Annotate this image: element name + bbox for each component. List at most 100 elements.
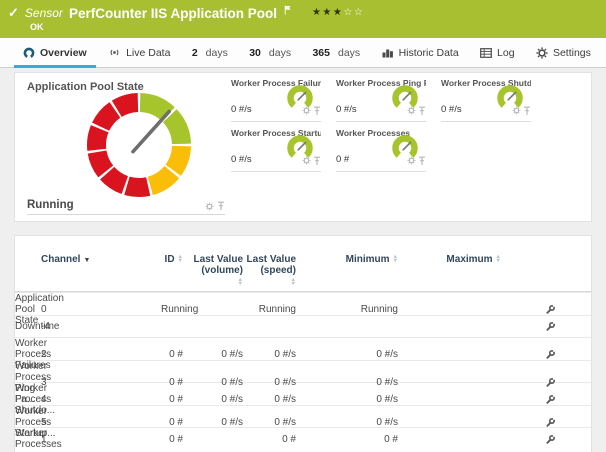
gauge-tile-worker-process-ping-failures: Worker Process Ping Failures 0 #/s: [336, 75, 426, 122]
channel-name: -4: [41, 321, 161, 332]
tab-number: 2: [192, 47, 198, 59]
minimum-value: Running: [296, 304, 398, 315]
sort-icon: ▲▼: [393, 255, 398, 263]
channel-name: 4: [41, 394, 161, 405]
gear-icon: [536, 47, 548, 59]
last-value-volume: 0 #/s: [183, 377, 243, 388]
tab-number: 365: [312, 47, 330, 59]
minimum-value: 0 #/s: [296, 349, 398, 360]
sensor-header: ✓ Sensor PerfCounter IIS Application Poo…: [0, 0, 606, 38]
tab-historic-data[interactable]: Historic Data: [373, 38, 468, 67]
channel-name: 3: [41, 377, 161, 388]
channel-name: 2: [41, 349, 161, 360]
live-data-icon: [108, 47, 121, 58]
channel-table-header: Channel▼ ID▲▼ Last Value (volume)▲▼ Last…: [15, 236, 591, 292]
main-gauge-value: Running: [27, 199, 74, 211]
tab-label: Log: [497, 47, 515, 59]
column-header-maximum[interactable]: Maximum▲▼: [398, 254, 501, 265]
gauge-tile-worker-processes: Worker Processes 0 #: [336, 125, 426, 172]
column-header-id[interactable]: ID▲▼: [161, 254, 183, 265]
tab-log[interactable]: Log: [471, 38, 524, 67]
edit-channel-wrench-icon[interactable]: [545, 321, 556, 332]
tab-overview[interactable]: Overview: [14, 38, 96, 67]
tab-label: Settings: [553, 47, 591, 59]
pin-gauge-icon[interactable]: [217, 201, 225, 211]
sort-icon: ▲▼: [291, 278, 296, 286]
tab-label: Live Data: [126, 47, 170, 59]
table-row: Worker Process Failures 2 0 # 0 #/s 0 #/…: [15, 337, 591, 360]
channel-settings-gear-icon[interactable]: [302, 106, 311, 116]
channel-table-body: Application Pool State 0 Running Running…: [15, 292, 591, 450]
channel-id: 0 #: [161, 417, 183, 428]
channel-table-panel: Channel▼ ID▲▼ Last Value (volume)▲▼ Last…: [14, 235, 592, 452]
minimum-value: 0 #/s: [296, 377, 398, 388]
tile-value: 0 #/s: [336, 104, 357, 115]
last-value-speed: 0 #/s: [243, 377, 296, 388]
column-header-last-value-volume[interactable]: Last Value (volume)▲▼: [183, 254, 243, 285]
gauge-tile-worker-process-startup-failures: Worker Process Startup Failu... 0 #/s: [231, 125, 321, 172]
tab-365-days[interactable]: 365 days: [303, 38, 369, 67]
gauge-tile-worker-process-failures: Worker Process Failures 0 #/s: [231, 75, 321, 122]
edit-channel-wrench-icon[interactable]: [545, 394, 556, 405]
edit-channel-wrench-icon[interactable]: [545, 417, 556, 428]
tab-label: Overview: [40, 47, 87, 59]
table-row: Worker Process Startup... 5 0 # 0 #/s 0 …: [15, 405, 591, 428]
edit-channel-wrench-icon[interactable]: [545, 304, 556, 315]
edit-channel-wrench-icon[interactable]: [545, 349, 556, 360]
pin-gauge-icon[interactable]: [418, 106, 426, 116]
tab-label: days: [206, 47, 228, 59]
last-value-volume: 0 #/s: [183, 349, 243, 360]
last-value-volume: 0 #/s: [183, 417, 243, 428]
sort-icon: ▲▼: [496, 255, 501, 263]
tile-value: 0 #: [336, 154, 349, 165]
tab-bar: Overview Live Data 2 days 30 days 365 da…: [0, 38, 606, 68]
column-header-last-value-speed[interactable]: Last Value (speed)▲▼: [243, 254, 296, 285]
tab-live-data[interactable]: Live Data: [99, 38, 179, 67]
tab-2-days[interactable]: 2 days: [183, 38, 237, 67]
column-header-minimum[interactable]: Minimum▲▼: [296, 254, 398, 265]
pin-gauge-icon[interactable]: [418, 156, 426, 166]
column-header-channel[interactable]: Channel▼: [41, 254, 161, 265]
edit-channel-wrench-icon[interactable]: [545, 434, 556, 445]
table-row: Worker Processes 1 0 # 0 # 0 #: [15, 427, 591, 450]
channel-name: 1: [41, 434, 161, 445]
tile-value: 0 #/s: [231, 154, 252, 165]
channel-id: 0 #: [161, 349, 183, 360]
minimum-value: 0 #/s: [296, 394, 398, 405]
priority-stars[interactable]: ★★★☆☆: [312, 7, 364, 18]
sensor-overview-page: ✓ Sensor PerfCounter IIS Application Poo…: [0, 0, 606, 452]
channel-id: 0 #: [161, 394, 183, 405]
log-table-icon: [480, 48, 492, 58]
status-ok-check-icon: ✓: [8, 5, 19, 21]
channel-id: Running: [161, 304, 183, 315]
last-value-speed: 0 #: [243, 434, 296, 445]
channel-id: 0 #: [161, 434, 183, 445]
channel-settings-gear-icon[interactable]: [205, 202, 214, 211]
last-value-speed: 0 #/s: [243, 394, 296, 405]
page-title: PerfCounter IIS Application Pool: [69, 6, 277, 21]
table-row: Downtime -4: [15, 315, 591, 338]
channel-settings-gear-icon[interactable]: [407, 156, 416, 166]
tab-settings[interactable]: Settings: [527, 38, 600, 67]
bar-chart-icon: [382, 47, 394, 58]
channel-settings-gear-icon[interactable]: [512, 106, 521, 116]
channel-gauge-tiles: Worker Process Failures 0 #/s Worker Pro…: [231, 75, 531, 172]
pin-gauge-icon[interactable]: [313, 156, 321, 166]
table-row: Application Pool State 0 Running Running…: [15, 292, 591, 315]
edit-channel-wrench-icon[interactable]: [545, 377, 556, 388]
tab-30-days[interactable]: 30 days: [240, 38, 300, 67]
last-value-volume: 0 #/s: [183, 394, 243, 405]
pin-gauge-icon[interactable]: [313, 106, 321, 116]
channel-settings-gear-icon[interactable]: [407, 106, 416, 116]
channel-id: 0 #: [161, 377, 183, 388]
sort-icon: ▲▼: [238, 278, 243, 286]
channel-name: 0: [41, 304, 161, 315]
channel-settings-gear-icon[interactable]: [302, 156, 311, 166]
flag-icon: [284, 5, 292, 15]
tab-label: days: [269, 47, 291, 59]
last-value-speed: 0 #/s: [243, 417, 296, 428]
tab-number: 30: [249, 47, 261, 59]
pin-gauge-icon[interactable]: [523, 106, 531, 116]
last-value-speed: Running: [243, 304, 296, 315]
gauges-panel: Application Pool State Running Worker Pr…: [14, 72, 592, 222]
